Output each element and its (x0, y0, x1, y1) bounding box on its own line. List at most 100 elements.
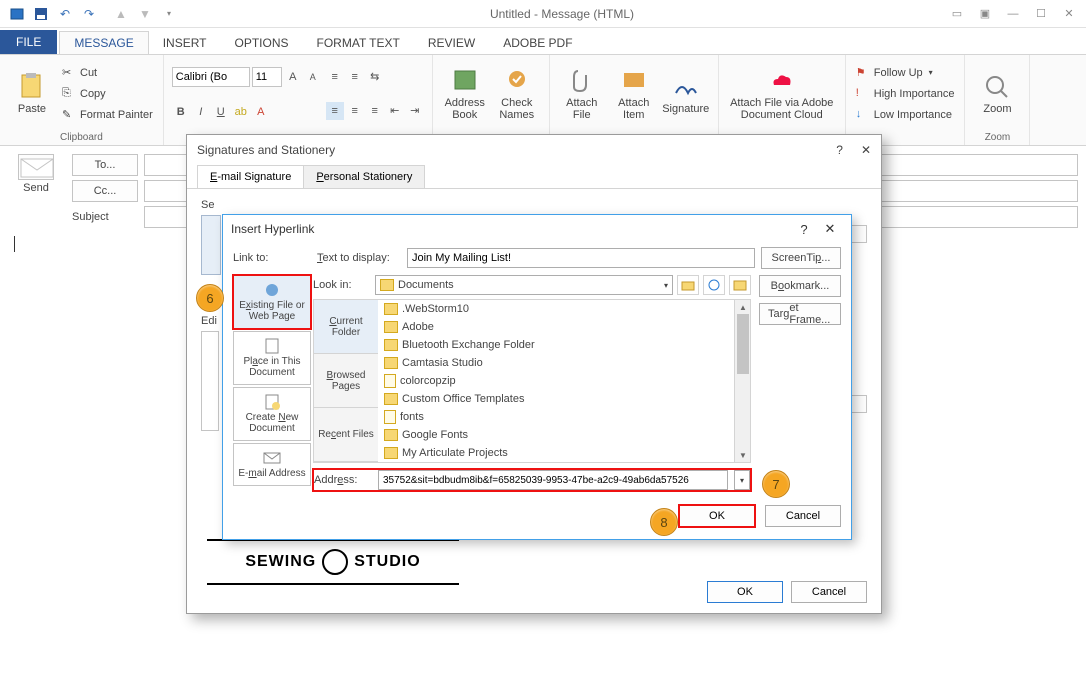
attach-item-button[interactable]: Attach Item (610, 67, 658, 121)
browse-web-icon[interactable] (703, 275, 725, 295)
linkto-create-new[interactable]: Create New Document (233, 387, 311, 441)
qat-dropdown-icon[interactable]: ▾ (158, 3, 180, 25)
format-painter-button[interactable]: ✎Format Painter (60, 105, 155, 125)
tab-review[interactable]: REVIEW (414, 32, 489, 54)
text-to-display-input[interactable] (407, 248, 755, 268)
bullets-icon[interactable]: ≡ (326, 68, 344, 86)
file-list-scrollbar[interactable]: ▲ ▼ (734, 300, 750, 462)
grow-font-icon[interactable]: A (284, 68, 302, 86)
outdent-icon[interactable]: ⇤ (386, 102, 404, 120)
browsed-pages-tab[interactable]: Browsed Pages (314, 354, 378, 408)
minimize-icon[interactable]: — (1000, 3, 1026, 25)
target-frame-button[interactable]: Target Frame... (759, 303, 841, 325)
sig-close-icon[interactable]: ✕ (861, 143, 871, 157)
font-color-icon[interactable]: A (252, 103, 270, 121)
zoom-button[interactable]: Zoom (973, 73, 1021, 115)
align-left-icon[interactable]: ≡ (326, 102, 344, 120)
save-icon[interactable] (30, 3, 52, 25)
numbering-icon[interactable]: ≡ (346, 68, 364, 86)
highlight-icon[interactable]: ab (232, 103, 250, 121)
send-button[interactable] (18, 154, 54, 180)
tab-personal-stationery[interactable]: Personal Stationery (303, 165, 425, 188)
scroll-down-icon[interactable]: ▼ (735, 448, 751, 462)
prev-icon[interactable]: ▲ (110, 3, 132, 25)
replies-combo[interactable] (851, 395, 867, 413)
list-item[interactable]: Adobe (378, 318, 734, 336)
italic-button[interactable]: I (192, 103, 210, 121)
tab-format-text[interactable]: FORMAT TEXT (303, 32, 414, 54)
ribbon-options-icon[interactable]: ▭ (944, 3, 970, 25)
linkto-place-document[interactable]: Place in This Document (233, 331, 311, 385)
hl-cancel-button[interactable]: Cancel (765, 505, 841, 527)
up-folder-icon[interactable] (677, 275, 699, 295)
tab-message[interactable]: MESSAGE (59, 31, 148, 54)
hl-close-icon[interactable]: ✕ (817, 221, 843, 237)
undo-icon[interactable]: ↶ (54, 3, 76, 25)
linkto-existing-file[interactable]: Existing File or Web Page (233, 275, 311, 329)
hl-help-icon[interactable]: ? (791, 222, 817, 237)
file-list[interactable]: .WebStorm10 Adobe Bluetooth Exchange Fol… (378, 300, 734, 462)
list-item[interactable]: fonts (378, 408, 734, 426)
copy-button[interactable]: ⎘Copy (60, 84, 155, 104)
low-importance-button[interactable]: ↓Low Importance (854, 105, 957, 125)
address-input[interactable] (378, 470, 728, 490)
list-item[interactable]: colorcopzip (378, 372, 734, 390)
signature-editor[interactable] (201, 331, 219, 431)
zip-icon (384, 374, 396, 388)
redo-icon[interactable]: ↷ (78, 3, 100, 25)
minimize-ribbon-icon[interactable]: ▣ (972, 3, 998, 25)
sig-help-icon[interactable]: ? (836, 143, 843, 157)
message-body[interactable] (14, 236, 15, 252)
browse-file-icon[interactable] (729, 275, 751, 295)
underline-button[interactable]: U (212, 103, 230, 121)
list-item[interactable]: Custom Office Templates (378, 390, 734, 408)
scroll-up-icon[interactable]: ▲ (735, 300, 751, 314)
tab-options[interactable]: OPTIONS (221, 32, 303, 54)
bookmark-button[interactable]: Bookmark... (759, 275, 841, 297)
address-dropdown-icon[interactable]: ▾ (734, 470, 750, 490)
tab-email-signature[interactable]: E-mail Signature (197, 165, 304, 188)
check-names-button[interactable]: Check Names (493, 67, 541, 121)
tab-adobe-pdf[interactable]: ADOBE PDF (489, 32, 586, 54)
recent-files-tab[interactable]: Recent Files (314, 408, 378, 462)
next-icon[interactable]: ▼ (134, 3, 156, 25)
list-item[interactable]: Bluetooth Exchange Folder (378, 336, 734, 354)
indent-icon[interactable]: ⇆ (366, 68, 384, 86)
list-item[interactable]: .WebStorm10 (378, 300, 734, 318)
cc-button[interactable]: Cc... (72, 180, 138, 202)
bold-button[interactable]: B (172, 103, 190, 121)
new-messages-combo[interactable] (851, 225, 867, 243)
current-folder-tab[interactable]: Current Folder (314, 300, 378, 354)
sig-cancel-button[interactable]: Cancel (791, 581, 867, 603)
font-size-combo[interactable]: 11 (252, 67, 282, 87)
font-name-combo[interactable]: Calibri (Bo (172, 67, 250, 87)
address-book-button[interactable]: Address Book (441, 67, 489, 121)
tab-file[interactable]: FILE (0, 30, 57, 54)
list-item[interactable]: My Articulate Projects (378, 444, 734, 462)
list-item[interactable]: Camtasia Studio (378, 354, 734, 372)
align-center-icon[interactable]: ≡ (346, 102, 364, 120)
to-button[interactable]: To... (72, 154, 138, 176)
attach-file-button[interactable]: Attach File (558, 67, 606, 121)
followup-button[interactable]: ⚑Follow Up▾ (854, 63, 957, 83)
indent2-icon[interactable]: ⇥ (406, 102, 424, 120)
lookin-combo[interactable]: Documents ▾ (375, 275, 673, 295)
sig-ok-button[interactable]: OK (707, 581, 783, 603)
linkto-email-address[interactable]: E-mail Address (233, 443, 311, 486)
tab-insert[interactable]: INSERT (149, 32, 221, 54)
cut-button[interactable]: ✂Cut (60, 63, 155, 83)
shrink-font-icon[interactable]: A (304, 68, 322, 86)
close-icon[interactable]: ✕ (1056, 3, 1082, 25)
paste-button[interactable]: Paste (8, 73, 56, 115)
hl-ok-button[interactable]: OK (679, 505, 755, 527)
signature-list[interactable] (201, 215, 221, 275)
list-item[interactable]: Google Fonts (378, 426, 734, 444)
screentip-button[interactable]: ScreenTip... (761, 247, 841, 269)
align-right-icon[interactable]: ≡ (366, 102, 384, 120)
outlook-icon[interactable] (6, 3, 28, 25)
attach-adobe-cloud-button[interactable]: Attach File via Adobe Document Cloud (727, 67, 837, 121)
maximize-icon[interactable]: ☐ (1028, 3, 1054, 25)
signature-button[interactable]: Signature (662, 73, 710, 115)
scroll-thumb[interactable] (737, 314, 749, 374)
high-importance-button[interactable]: !High Importance (854, 84, 957, 104)
